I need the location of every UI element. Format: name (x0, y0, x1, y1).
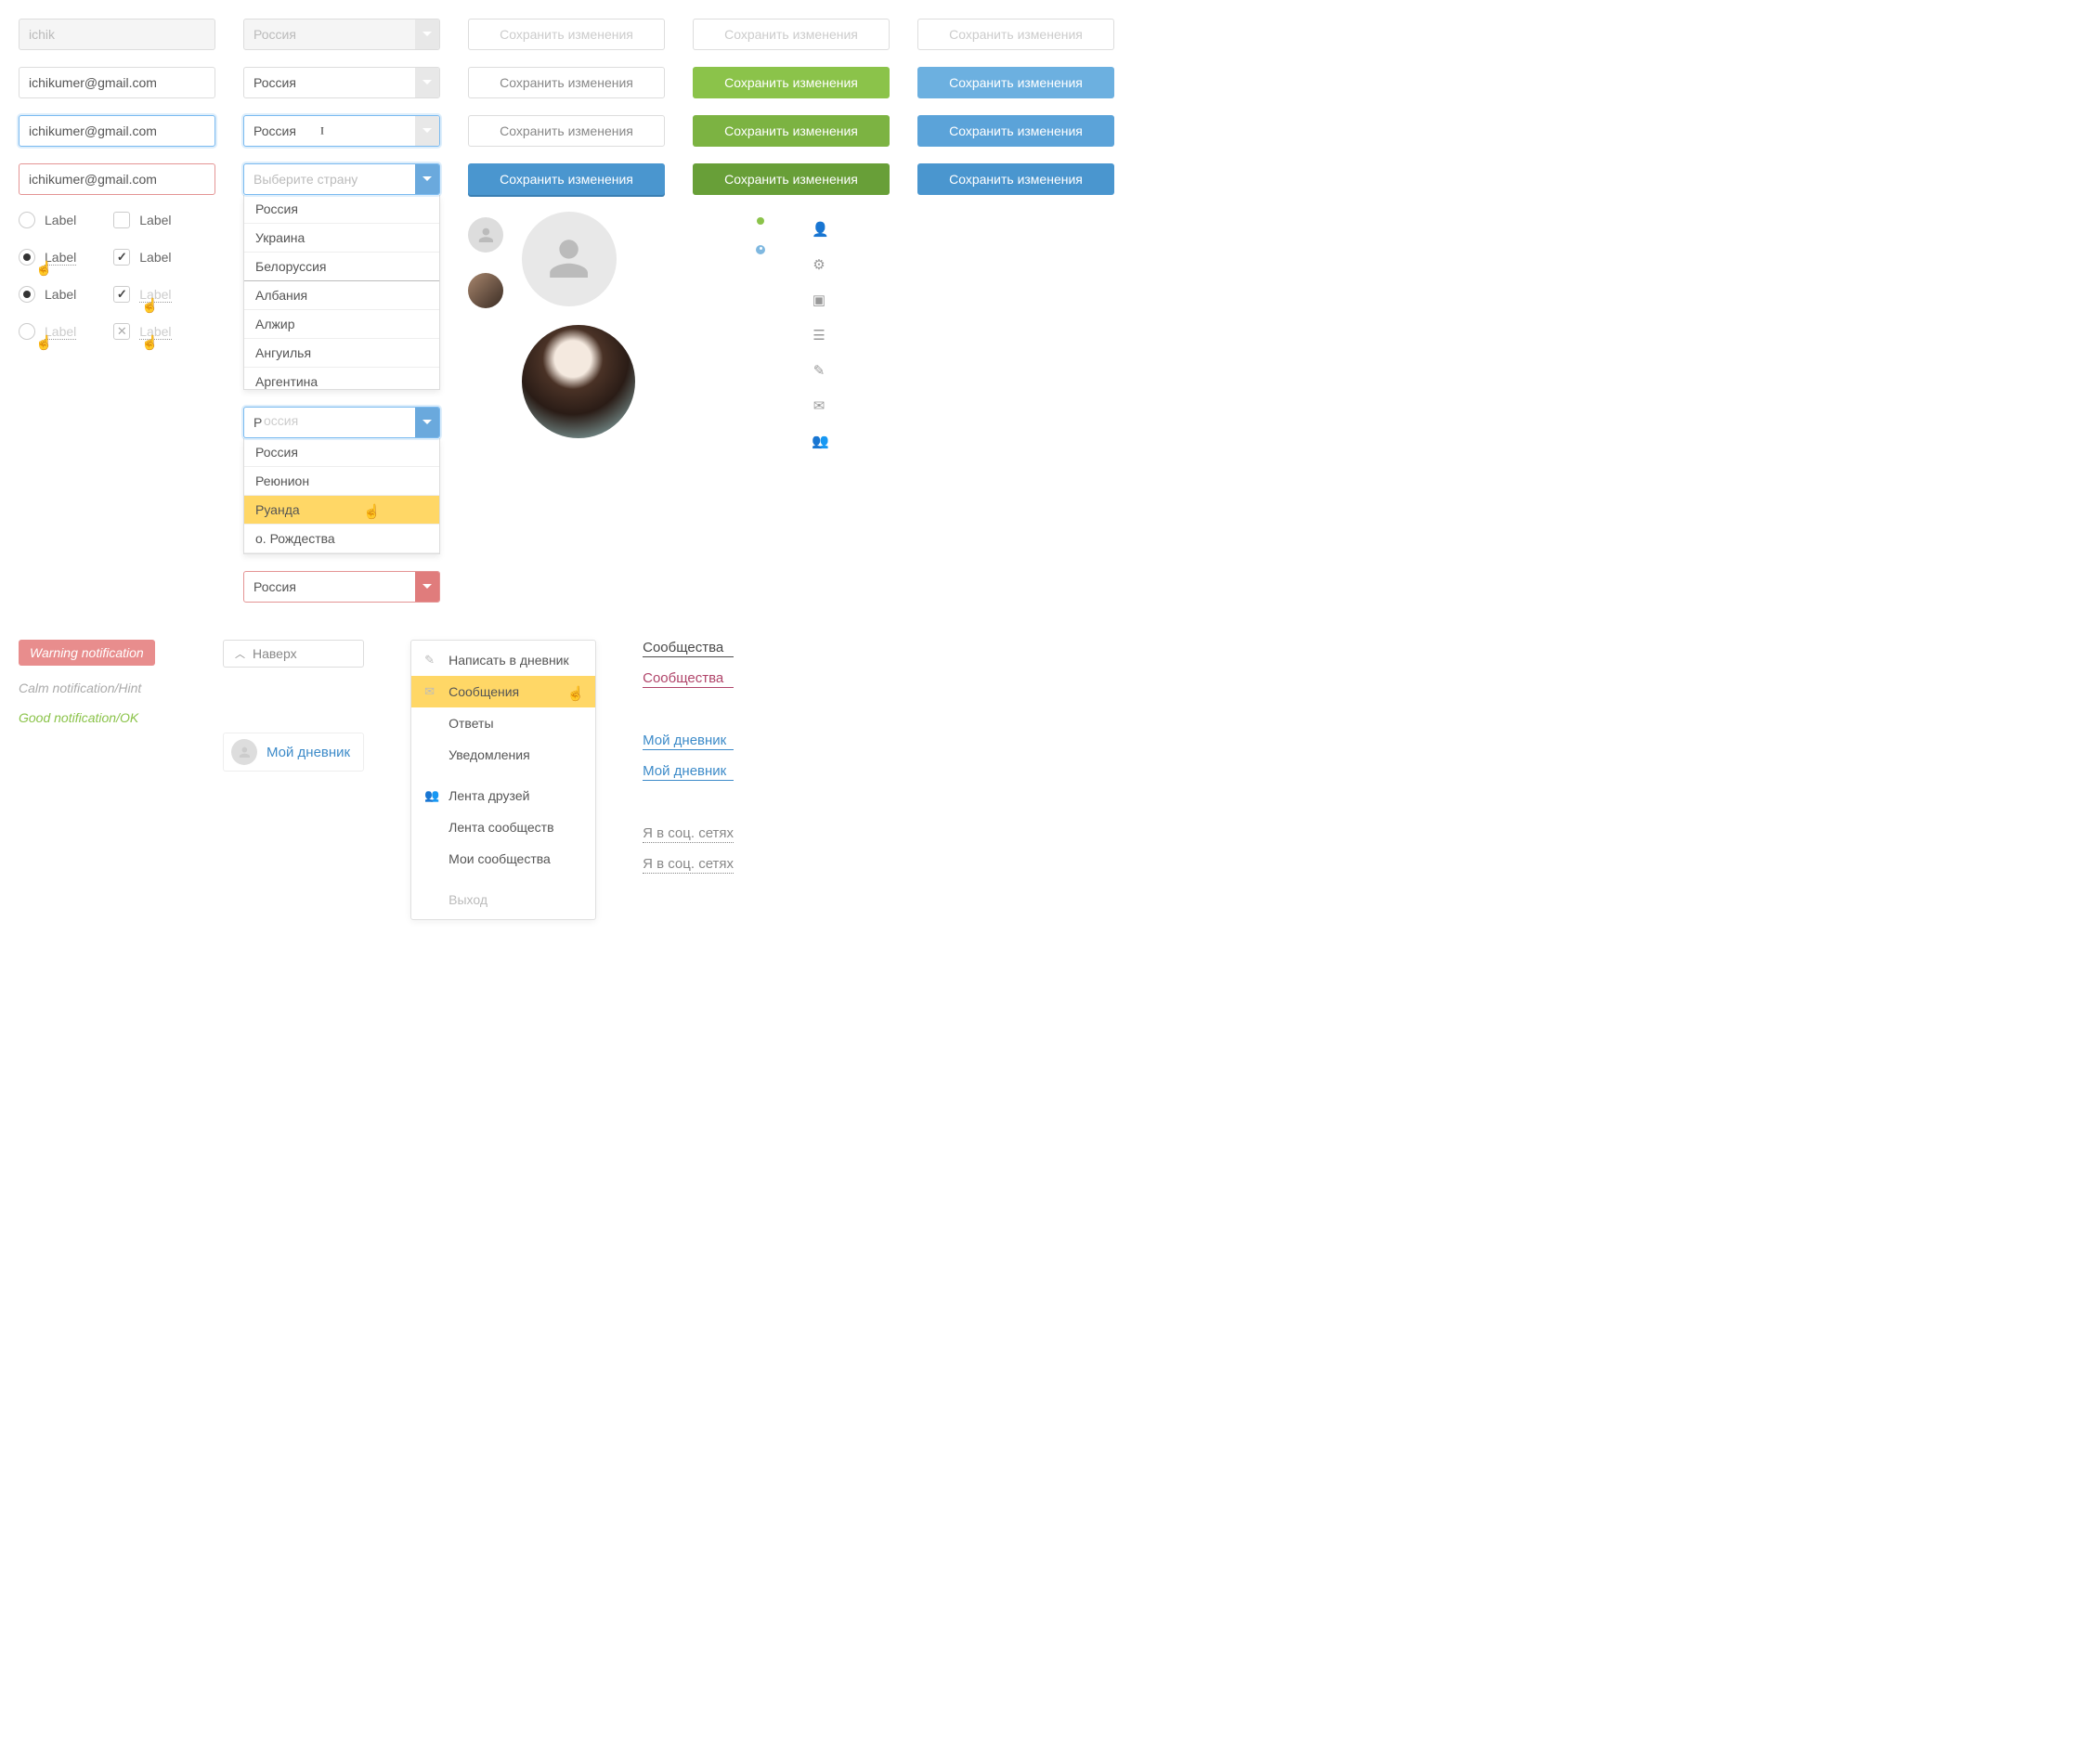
cursor-icon (141, 334, 159, 351)
link-social[interactable]: Я в соц. сетях (643, 825, 734, 843)
link-communities-hover[interactable]: Сообщества (643, 670, 734, 688)
menu-item-answers[interactable]: Ответы (411, 707, 595, 739)
save-button-disabled: Сохранить изменения (693, 19, 890, 50)
cursor-icon (35, 334, 53, 351)
avatar-small (468, 217, 503, 253)
mail-icon[interactable]: ✉ (812, 397, 826, 414)
save-button-blue[interactable]: Сохранить изменения (917, 67, 1114, 98)
save-button-blue-hover[interactable]: Сохранить изменения (917, 115, 1114, 147)
good-notification: Good notification/OK (19, 710, 176, 725)
select-option[interactable]: Украина (244, 224, 439, 253)
avatar-large (522, 212, 617, 306)
checkbox-x-disabled: Label (113, 323, 171, 340)
save-button-green-hover[interactable]: Сохранить изменения (693, 115, 890, 147)
chevron-down-icon (415, 19, 439, 49)
chevron-down-icon[interactable] (415, 116, 439, 146)
menu-item-notifications[interactable]: Уведомления (411, 739, 595, 771)
select-dropdown[interactable]: Россия Реюнион Руанда о. Рождества (243, 438, 440, 554)
select-option[interactable]: о. Рождества (244, 525, 439, 553)
chevron-down-icon[interactable] (415, 164, 439, 194)
checkbox-checked[interactable]: Label (113, 249, 171, 266)
warning-notification: Warning notification (19, 640, 155, 666)
text-input-focused[interactable] (19, 115, 215, 147)
calm-notification: Calm notification/Hint (19, 681, 176, 695)
checkbox-checked-disabled: Label (113, 286, 171, 303)
menu-item-exit[interactable]: Выход (411, 884, 595, 915)
select-open[interactable] (243, 163, 440, 195)
save-button-disabled: Сохранить изменения (468, 19, 665, 50)
select-option[interactable]: Ангуилья (244, 339, 439, 368)
select-error[interactable] (243, 571, 440, 603)
users-icon: 👥 (424, 788, 439, 803)
save-button[interactable]: Сохранить изменения (468, 115, 665, 147)
text-input-error[interactable] (19, 163, 215, 195)
menu-item-communities[interactable]: Лента сообществ (411, 811, 595, 843)
scroll-top-button[interactable]: ︿ Наверх (223, 640, 364, 668)
link-diary[interactable]: Мой дневник (643, 733, 734, 750)
user-icon[interactable]: 👤 (812, 221, 826, 238)
pencil-icon[interactable]: ✎ (812, 362, 826, 379)
save-button[interactable]: Сохранить изменения (468, 67, 665, 98)
users-icon[interactable]: 👥 (812, 433, 826, 449)
cursor-icon (566, 685, 584, 702)
chevron-down-icon[interactable] (415, 408, 439, 437)
select-option[interactable]: Албания (244, 280, 439, 310)
link-social[interactable]: Я в соц. сетях (643, 856, 734, 874)
radio-checked-hover[interactable]: Label (19, 249, 76, 266)
user-icon (540, 230, 597, 287)
select-dropdown[interactable]: Россия Украина Белоруссия Албания Алжир … (243, 195, 440, 390)
select-option[interactable]: Россия (244, 195, 439, 224)
my-diary-button[interactable]: Мой дневник (223, 733, 364, 772)
mail-icon: ✉ (424, 684, 435, 699)
select-option[interactable]: Белоруссия (244, 253, 439, 281)
save-button-blue-active[interactable]: Сохранить изменения (917, 163, 1114, 195)
save-button-green[interactable]: Сохранить изменения (693, 67, 890, 98)
select-option-hover[interactable]: Руанда (244, 496, 439, 525)
menu-item-friends[interactable]: 👥Лента друзей (411, 780, 595, 811)
text-input-disabled (19, 19, 215, 50)
status-online-icon (757, 217, 764, 225)
user-icon (475, 225, 497, 246)
link-diary[interactable]: Мой дневник (643, 763, 734, 781)
pencil-icon: ✎ (424, 653, 435, 668)
select[interactable] (243, 67, 440, 98)
badge-icon[interactable]: ▣ (812, 292, 826, 308)
select-filtered[interactable]: оссия (243, 407, 440, 438)
select-option[interactable]: Реюнион (244, 467, 439, 496)
radio-checked[interactable]: Label (19, 286, 76, 303)
save-button-green-active[interactable]: Сохранить изменения (693, 163, 890, 195)
avatar-large-photo (522, 325, 635, 438)
select-option[interactable]: Алжир (244, 310, 439, 339)
status-away-icon (756, 245, 765, 254)
select-hint: оссия (264, 413, 298, 428)
cursor-icon (141, 297, 159, 314)
chevron-down-icon[interactable] (415, 68, 439, 97)
avatar-small-photo (468, 273, 503, 308)
dropdown-menu[interactable]: ✎Написать в дневник ✉Сообщения Ответы Ув… (410, 640, 596, 920)
menu-item-write[interactable]: ✎Написать в дневник (411, 644, 595, 676)
radio-unchecked[interactable]: Label (19, 212, 76, 228)
list-icon[interactable]: ☰ (812, 327, 826, 344)
select-editing[interactable]: I (243, 115, 440, 147)
cursor-icon (363, 503, 381, 520)
select-option[interactable]: Россия (244, 438, 439, 467)
chevron-down-icon[interactable] (415, 572, 439, 602)
avatar-icon (231, 739, 257, 765)
chevron-up-icon: ︿ (235, 646, 245, 661)
text-input[interactable] (19, 67, 215, 98)
select-disabled (243, 19, 440, 50)
cursor-icon (35, 260, 53, 277)
checkbox-unchecked[interactable]: Label (113, 212, 171, 228)
gear-icon[interactable]: ⚙ (812, 256, 826, 273)
menu-item-messages[interactable]: ✉Сообщения (411, 676, 595, 707)
save-button-disabled: Сохранить изменения (917, 19, 1114, 50)
link-communities[interactable]: Сообщества (643, 640, 734, 657)
radio-disabled: Label (19, 323, 76, 340)
select-option[interactable]: Аргентина (244, 368, 439, 390)
menu-item-my-communities[interactable]: Мои сообщества (411, 843, 595, 875)
save-button-active[interactable]: Сохранить изменения (468, 163, 665, 195)
